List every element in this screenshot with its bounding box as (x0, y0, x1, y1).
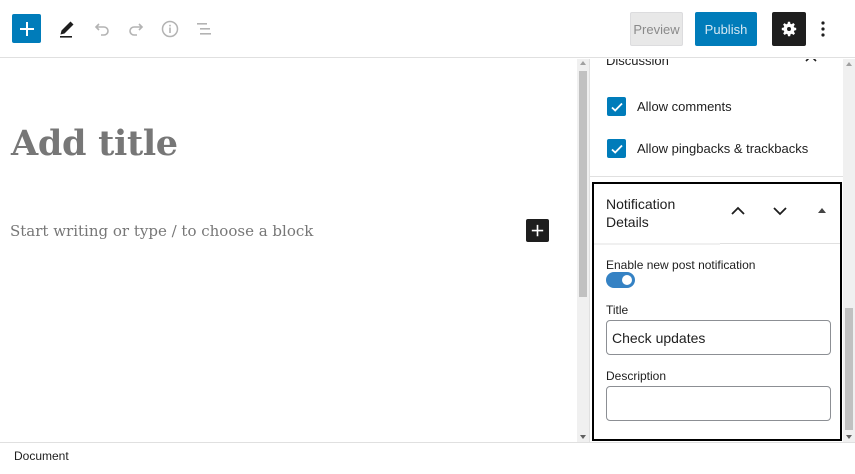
allow-comments-label: Allow comments (637, 99, 732, 114)
scrollbar-thumb[interactable] (579, 71, 587, 297)
editor-footer: Document (0, 442, 855, 474)
scroll-up-arrow-icon[interactable] (846, 62, 852, 66)
list-view-button[interactable] (189, 14, 218, 43)
block-inserter-inline-button[interactable] (526, 219, 549, 242)
preview-button[interactable]: Preview (630, 12, 683, 46)
undo-button[interactable] (87, 14, 116, 43)
editor-header: Preview Publish (0, 0, 855, 58)
publish-button[interactable]: Publish (695, 12, 757, 46)
notification-details-panel: Notification Details Enable new post not… (592, 182, 842, 441)
title-field-label: Title (606, 303, 629, 317)
allow-pingbacks-option[interactable]: Allow pingbacks & trackbacks (607, 139, 808, 158)
plus-icon (531, 224, 544, 237)
triangle-up-icon[interactable] (818, 208, 826, 213)
redo-icon (128, 22, 143, 36)
scroll-down-arrow-icon[interactable] (580, 435, 586, 439)
redo-button[interactable] (121, 14, 150, 43)
editor-canvas: Add title Start writing or type / to cho… (0, 59, 577, 442)
breadcrumb[interactable]: Document (14, 449, 69, 463)
enable-notification-label: Enable new post notification (606, 258, 756, 272)
gear-icon (781, 21, 797, 37)
notification-title-input[interactable] (606, 320, 831, 355)
settings-sidebar: Discussion Allow comments Allow pingback… (589, 59, 855, 442)
more-vertical-icon (821, 21, 825, 37)
allow-pingbacks-label: Allow pingbacks & trackbacks (637, 141, 809, 156)
more-options-button[interactable] (814, 14, 832, 44)
header-underline (594, 243, 720, 245)
editor-scrollbar[interactable] (577, 59, 589, 442)
allow-comments-option[interactable]: Allow comments (607, 97, 732, 116)
details-button[interactable] (155, 14, 184, 43)
checkmark-icon (610, 102, 623, 112)
allow-pingbacks-checkbox[interactable] (607, 139, 626, 158)
tools-button[interactable] (52, 14, 81, 43)
chevron-up-icon (805, 59, 817, 62)
discussion-toggle[interactable] (804, 59, 818, 69)
scroll-down-arrow-icon[interactable] (846, 435, 852, 439)
notification-panel-header: Notification Details (594, 184, 840, 245)
chevron-down-icon (773, 207, 787, 216)
block-inserter-button[interactable] (12, 14, 41, 43)
chevron-up-icon (731, 206, 745, 215)
toggle-knob (622, 275, 632, 285)
notification-description-input[interactable] (606, 386, 831, 421)
sidebar-scrollbar[interactable] (843, 59, 855, 442)
post-title-input[interactable]: Add title (11, 123, 178, 164)
plus-icon (19, 21, 34, 36)
move-panel-up-button[interactable] (730, 204, 746, 222)
info-icon (161, 20, 178, 37)
discussion-panel-title[interactable]: Discussion (606, 59, 669, 68)
allow-comments-checkbox[interactable] (607, 97, 626, 116)
settings-button[interactable] (772, 12, 806, 46)
notification-panel-title[interactable]: Notification Details (606, 195, 716, 231)
pen-icon (59, 21, 73, 38)
scroll-up-arrow-icon[interactable] (580, 61, 586, 65)
scrollbar-thumb[interactable] (845, 308, 853, 430)
block-appender[interactable]: Start writing or type / to choose a bloc… (10, 222, 313, 240)
move-panel-down-button[interactable] (772, 204, 788, 222)
description-field-label: Description (606, 369, 667, 383)
list-view-icon (196, 22, 211, 35)
enable-notification-toggle[interactable] (606, 272, 635, 288)
panel-divider (590, 176, 855, 177)
checkmark-icon (610, 144, 623, 154)
undo-icon (94, 22, 109, 36)
